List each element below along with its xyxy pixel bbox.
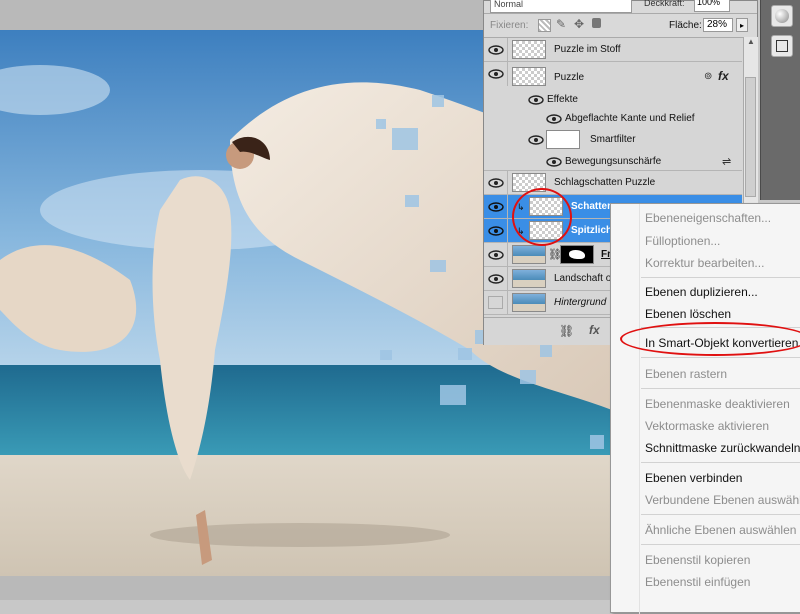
visibility-eye-icon[interactable] xyxy=(488,224,504,238)
visibility-eye-icon[interactable] xyxy=(488,176,504,190)
fx-icon: fx xyxy=(718,69,729,83)
annotation-circle-thumbnails xyxy=(512,188,572,246)
smart-object-thumbnail xyxy=(512,67,546,86)
visibility-eye-icon[interactable] xyxy=(488,248,504,262)
menu-item-layer-properties[interactable]: Ebeneneigenschaften... xyxy=(645,211,771,225)
fill-input[interactable]: 28% xyxy=(703,18,733,32)
visibility-eye-icon[interactable] xyxy=(546,112,562,126)
divider xyxy=(507,219,508,243)
effect-name: Abgeflachte Kante und Relief xyxy=(565,113,695,124)
blend-mode-value: Normal xyxy=(494,0,524,9)
blend-mode-select[interactable]: Normal xyxy=(490,0,632,13)
layer-mask-thumbnail[interactable] xyxy=(560,245,594,264)
visibility-eye-icon[interactable] xyxy=(546,155,562,169)
layer-name: Hintergrund xyxy=(554,297,607,308)
layer-thumbnail xyxy=(512,269,546,288)
menu-item-duplicate-layers[interactable]: Ebenen duplizieren... xyxy=(645,285,758,299)
menu-item-delete-layers[interactable]: Ebenen löschen xyxy=(645,307,731,321)
menu-item-select-similar-layers[interactable]: Ähnliche Ebenen auswählen xyxy=(645,523,796,537)
divider xyxy=(507,243,508,267)
layer-row[interactable]: Schlagschatten Puzzle xyxy=(484,171,742,195)
visibility-eye-icon[interactable] xyxy=(528,133,544,147)
menu-icon-gutter xyxy=(639,204,640,614)
layer-thumbnail xyxy=(512,293,546,312)
filter-mask-thumbnail xyxy=(546,130,580,149)
layer-name: Puzzle xyxy=(554,72,585,83)
menu-item-select-linked-layers[interactable]: Verbundene Ebenen auswählen xyxy=(645,493,800,507)
fill-dropdown-arrow-icon[interactable]: ▸ xyxy=(736,18,748,32)
lock-move-icon[interactable]: ✥ xyxy=(574,17,584,31)
menu-item-blending-options[interactable]: Fülloptionen... xyxy=(645,234,720,248)
divider xyxy=(507,291,508,315)
transform-handles-icon[interactable] xyxy=(771,35,793,57)
divider xyxy=(507,267,508,291)
layer-name: Landschaft o xyxy=(554,273,612,284)
lock-bar: Fixieren: ✎ ✥ Fläche: 28% ▸ xyxy=(484,14,757,38)
visibility-eye-icon[interactable] xyxy=(488,67,504,81)
3d-sphere-icon[interactable] xyxy=(771,5,793,27)
visibility-eye-icon[interactable] xyxy=(488,200,504,214)
divider xyxy=(507,62,508,86)
effects-label: Effekte xyxy=(547,94,578,105)
menu-item-paste-layer-style[interactable]: Ebenenstil einfügen xyxy=(645,575,750,589)
menu-separator xyxy=(641,277,800,278)
context-menu: Ebeneneigenschaften... Fülloptionen... K… xyxy=(610,203,800,614)
menu-separator xyxy=(641,357,800,358)
divider xyxy=(507,38,508,62)
menu-separator xyxy=(641,514,800,515)
smart-filter-row[interactable]: Smartfilter xyxy=(484,128,742,152)
menu-item-release-clipping-mask[interactable]: Schnittmaske zurückwandeln xyxy=(645,441,800,455)
filter-options-icon[interactable]: ⇌ xyxy=(722,155,731,168)
opacity-input[interactable]: 100% xyxy=(694,0,730,12)
scroll-thumb[interactable] xyxy=(745,77,756,197)
lock-all-icon[interactable] xyxy=(592,18,601,28)
layer-row[interactable]: Puzzle ⊚ fx xyxy=(484,62,742,90)
scroll-up-arrow-icon[interactable]: ▲ xyxy=(747,37,755,46)
blend-mode-bar: Normal Deckkraft: 100% xyxy=(484,0,757,14)
link-layers-icon[interactable]: ⛓ xyxy=(559,324,574,338)
layer-row[interactable]: Puzzle im Stoff xyxy=(484,38,742,62)
layer-name: Puzzle im Stoff xyxy=(554,44,621,55)
menu-item-copy-layer-style[interactable]: Ebenenstil kopieren xyxy=(645,553,750,567)
lock-brush-icon[interactable]: ✎ xyxy=(556,17,566,31)
lock-transparency-icon[interactable] xyxy=(538,19,551,32)
annotation-ellipse-menu-item xyxy=(620,322,800,356)
opacity-label: Deckkraft: xyxy=(644,0,685,8)
effects-row[interactable]: Effekte xyxy=(484,90,742,109)
menu-separator xyxy=(641,388,800,389)
add-style-fx-icon[interactable]: fx xyxy=(589,323,600,337)
menu-item-edit-adjustment[interactable]: Korrektur bearbeiten... xyxy=(645,256,764,270)
layer-thumbnail xyxy=(512,245,546,264)
visibility-eye-icon[interactable] xyxy=(488,43,504,57)
visibility-empty-box[interactable] xyxy=(488,296,503,309)
layer-name: Schatten xyxy=(571,201,614,212)
panel-dock-strip xyxy=(760,0,800,200)
smart-filter-icon: ⊚ xyxy=(704,71,713,82)
effect-row[interactable]: Abgeflachte Kante und Relief xyxy=(484,109,742,128)
filter-row[interactable]: Bewegungsunschärfe ⇌ xyxy=(484,152,742,171)
divider xyxy=(507,195,508,219)
divider xyxy=(507,171,508,195)
menu-separator xyxy=(641,544,800,545)
visibility-eye-icon[interactable] xyxy=(488,272,504,286)
menu-separator xyxy=(641,462,800,463)
menu-item-link-layers[interactable]: Ebenen verbinden xyxy=(645,471,742,485)
layer-name: Schlagschatten Puzzle xyxy=(554,177,656,188)
layer-thumbnail xyxy=(512,40,546,59)
visibility-eye-icon[interactable] xyxy=(528,93,544,107)
smart-filter-label: Smartfilter xyxy=(590,134,636,145)
menu-item-rasterize-layers[interactable]: Ebenen rastern xyxy=(645,367,727,381)
lock-label: Fixieren: xyxy=(490,20,529,31)
filter-name: Bewegungsunschärfe xyxy=(565,156,662,167)
fill-label: Fläche: xyxy=(669,20,702,31)
layer-name: Spitzlich xyxy=(571,225,613,236)
menu-item-enable-vector-mask[interactable]: Vektormaske aktivieren xyxy=(645,419,769,433)
menu-item-disable-layer-mask[interactable]: Ebenenmaske deaktivieren xyxy=(645,397,790,411)
